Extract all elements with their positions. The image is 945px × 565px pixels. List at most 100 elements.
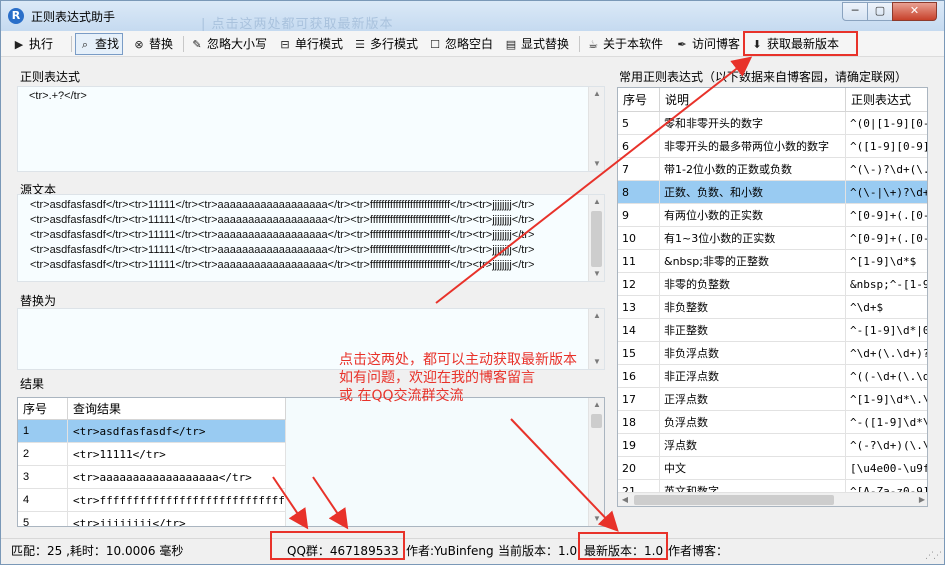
table-row[interactable]: 15 非负浮点数 ^\d+(\.\d+)?$ [618,342,927,365]
highlight-qq-group [270,531,405,560]
annotation-line: 或 在QQ交流群交流 [339,388,464,404]
scroll-thumb[interactable] [591,211,602,267]
scroll-left-icon[interactable]: ◀ [618,493,632,506]
row-description: 非正整数 [660,319,846,342]
row-number: 5 [18,512,68,526]
find-button[interactable]: ⌕ 查找 [75,33,124,55]
search-icon: ⌕ [81,38,89,51]
row-description: 带1-2位小数的正数或负数 [660,158,846,181]
ignore-case-toggle[interactable]: ✎ 忽略大小写 [187,33,271,55]
visit-blog-button[interactable]: ✒ 访问博客 [672,33,744,55]
annotation-note: 点击这两处，都可以主动获取最新版本 如有问题，欢迎在我的博客留言 或 在QQ交流… [339,351,589,405]
row-value: <tr>aaaaaaaaaaaaaaaaaa</tr> [68,466,286,489]
case-icon: ✎ [192,38,202,51]
table-row[interactable]: 2 <tr>11111</tr> [18,443,286,466]
column-header[interactable]: 说明 [660,88,846,112]
row-value: <tr>jjjjjjjj</tr> [68,512,286,526]
highlight-get-latest [743,31,858,56]
row-description: 零和非零开头的数字 [660,112,846,135]
scroll-thumb[interactable] [634,495,834,505]
table-row[interactable]: 5零和非零开头的数字 ^(0|[1-9][0-9]*)$ [618,112,927,135]
explicit-replace-icon: ▤ [505,38,517,51]
table-row[interactable]: 14 非正整数 ^-[1-9]\d*|0$ [618,319,927,342]
table-row[interactable]: 4 <tr>ffffffffffffffffffffffffffff</tr> [18,489,286,512]
table-row[interactable]: 16非正浮点数 ^((-\d+(\.\d+)?)|(0+(\.0+)?))$ [618,365,927,388]
ignore-case-label: 忽略大小写 [207,37,268,51]
results-scrollbar[interactable]: ▲ ▼ [588,398,604,526]
scroll-down-icon[interactable]: ▼ [589,355,604,369]
replace-button[interactable]: ⊗ 替换 [129,33,177,55]
app-logo-icon: R [8,8,24,24]
column-header[interactable]: 正则表达式 [846,88,927,112]
regex-label: 正则表达式 [20,70,81,84]
row-number: 11 [618,250,660,273]
table-row[interactable]: 17正浮点数 ^[1-9]\d*\.\d*|0\.\d*[1-9]\d*$ [618,388,927,411]
maximize-button[interactable]: ▢ [867,2,893,21]
source-text-content: <tr>asdfasfasdf</tr><tr>11111</tr><tr>aa… [18,198,590,273]
source-scrollbar[interactable]: ▲ ▼ [588,195,604,281]
column-header[interactable]: 查询结果 [68,398,286,420]
title-ghost-text: | 点击这两处都可获取最新版本 [201,17,394,32]
table-row[interactable]: 20中文 [\u4e00-\u9fa5]{0,}$ [618,457,927,480]
scroll-up-icon[interactable]: ▲ [589,195,604,209]
common-regex-hscrollbar[interactable]: ◀ ▶ [618,492,927,506]
row-description: 浮点数 [660,434,846,457]
explicit-replace-toggle[interactable]: ▤ 显式替换 [501,33,573,55]
resize-grip-icon[interactable]: ⋰⋰ [925,551,942,561]
toolbar-separator [183,36,184,52]
source-text-input[interactable]: <tr>asdfasfasdf</tr><tr>11111</tr><tr>aa… [17,194,605,282]
scroll-up-icon[interactable]: ▲ [589,398,604,412]
scroll-up-icon[interactable]: ▲ [589,87,604,101]
ignore-whitespace-toggle[interactable]: ☐ 忽略空白 [425,33,497,55]
play-icon: ▶ [14,38,24,51]
table-row[interactable]: 6非零开头的最多带两位小数的数字 ^([1-9][0-9]*)+(.[0-9]{1… [618,135,927,158]
scroll-right-icon[interactable]: ▶ [915,493,927,506]
scroll-down-icon[interactable]: ▼ [589,267,604,281]
app-window: R 正则表达式助手 | 点击这两处都可获取最新版本 ─ ▢ ✕ ▶ 执行 ⌕ 查找 … [0,0,945,565]
results-table: 序号 查询结果 1 <tr>asdfasfasdf</tr> 2 <tr>111… [17,397,605,527]
replace-scrollbar[interactable]: ▲ ▼ [588,309,604,369]
scroll-down-icon[interactable]: ▼ [589,512,604,526]
table-row[interactable]: 1 <tr>asdfasfasdf</tr> [18,420,286,443]
table-row[interactable]: 18负浮点数 ^-([1-9]\d*\.\d*|0\.\d*[1-9]\d*)$ [618,411,928,434]
close-button[interactable]: ✕ [892,2,937,21]
row-regex: ^[1-9]\d*\.\d*|0\.\d*[1-9]\d*$ [850,393,927,406]
table-row[interactable]: 12非零的负整数&nbsp;^-[1-9]\d*$ [618,273,927,296]
common-regex-table: 序号 说明 正则表达式 5零和非零开头的数字 ^(0|[1-9][0-9]*)$ 6… [617,87,928,507]
table-row[interactable]: 19浮点数 ^(-?\d+)(\.\d+)?$ [618,434,927,457]
replace-icon: ⊗ [134,38,144,51]
row-regex: ^-([1-9]\d*\.\d*|0\.\d*[1-9]\d*)$ [850,416,928,429]
row-regex: ^((-\d+(\.\d+)?)|(0+(\.0+)?))$ [850,370,927,383]
regex-input[interactable]: <tr>.+?</tr> ▲ ▼ [17,86,605,172]
regex-scrollbar[interactable]: ▲ ▼ [588,87,604,171]
source-line: <tr>asdfasfasdf</tr><tr>11111</tr><tr>aa… [30,259,535,271]
scroll-down-icon[interactable]: ▼ [589,157,604,171]
table-row[interactable]: 13 非负整数 ^\d+$ [618,296,927,319]
author-blog-link[interactable]: 作者博客： [668,543,728,559]
column-header[interactable]: 序号 [18,398,68,420]
table-row[interactable]: 10有1~3位小数的正实数 ^[0-9]+(.[0-9]{1,3})?$ [618,227,927,250]
row-regex: ^[0-9]+(.[0-9]{1,3})?$ [850,232,927,245]
table-row[interactable]: 11 &nbsp;非零的正整数 ^[1-9]\d*$ [618,250,927,273]
annotation-line: 如有问题，欢迎在我的博客留言 [339,370,535,386]
row-regex: ^[1-9]\d*$ [850,255,917,268]
scroll-up-icon[interactable]: ▲ [589,309,604,323]
pen-icon: ✒ [677,38,687,51]
scroll-thumb[interactable] [591,414,602,428]
toolbar-separator [71,36,72,52]
row-description: 负浮点数 [660,411,846,434]
visit-blog-label: 访问博客 [692,37,741,51]
table-row[interactable]: 5 <tr>jjjjjjjj</tr> [18,512,286,526]
multi-line-toggle[interactable]: ☰ 多行模式 [350,33,422,55]
current-version: 当前版本：1.0 [498,544,578,558]
table-row[interactable]: 8正数、负数、和小数 ^(\-|\+)?\d+(\.\d+)?$ [618,181,927,204]
about-button[interactable]: ☕ 关于本软件 [583,33,667,55]
table-row[interactable]: 9有两位小数的正实数 ^[0-9]+(.[0-9]{2})?$ [618,204,927,227]
table-row[interactable]: 7带1-2位小数的正数或负数 ^(\-)?\d+(\.\d{1,2})?$ [618,158,927,181]
row-number: 17 [618,388,660,411]
table-row[interactable]: 3 <tr>aaaaaaaaaaaaaaaaaa</tr> [18,466,286,489]
single-line-toggle[interactable]: ⊟ 单行模式 [275,33,347,55]
column-header[interactable]: 序号 [618,88,660,112]
execute-button[interactable]: ▶ 执行 [9,33,57,55]
minimize-button[interactable]: ─ [842,2,868,21]
